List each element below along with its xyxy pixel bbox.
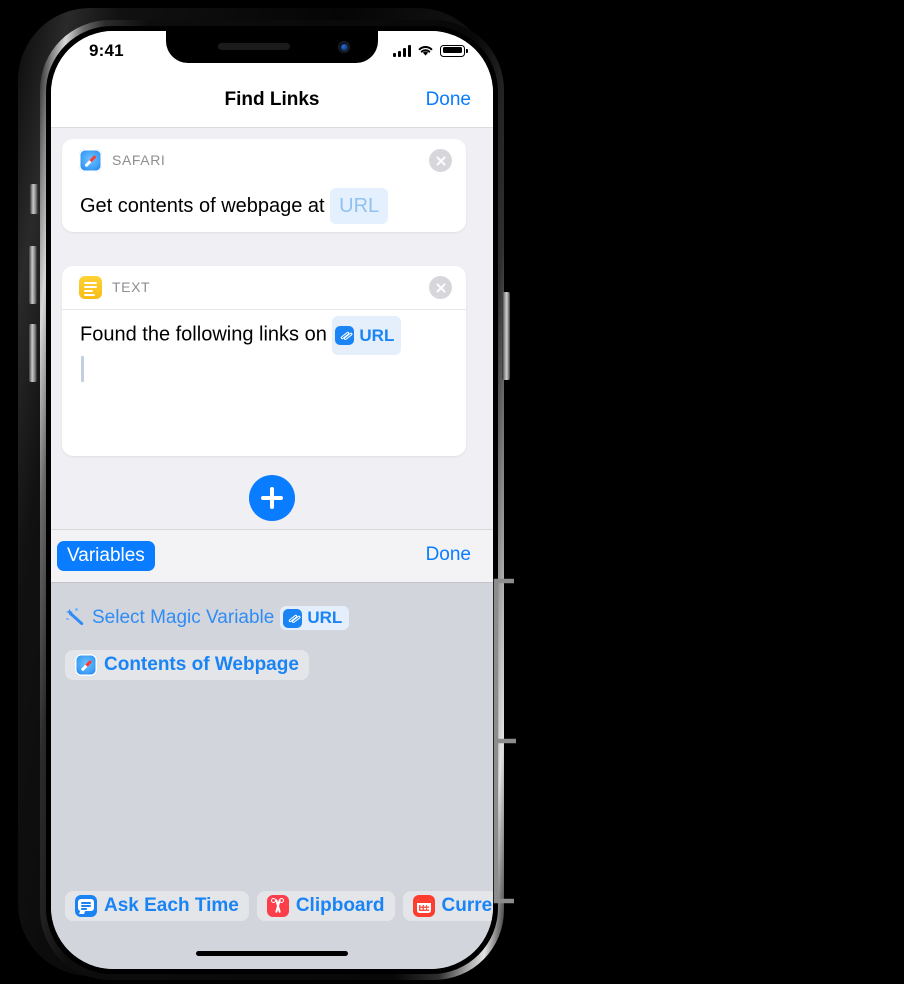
suggestion-clipboard[interactable]: Clipboard [256,891,395,921]
suggestion-ask-each-time[interactable]: Ask Each Time [65,891,249,921]
wifi-icon [418,46,433,56]
suggestion-current-date[interactable]: Curre [402,891,493,921]
text-insertion-caret [81,356,84,382]
variable-chip[interactable]: Contents of Webpage [65,650,309,680]
battery-full-icon [440,44,468,57]
suggestion-label: Ask Each Time [104,895,239,916]
action-card-body: Get contents of webpage at URL [62,182,466,224]
action-card-header: SAFARI [62,139,466,182]
status-time: 9:41 [89,41,124,60]
action-title-line: Get contents of webpage at URL [80,182,448,224]
url-variable-token[interactable]: URL [332,316,402,355]
front-camera-icon [338,41,350,53]
add-action-button[interactable] [249,475,295,521]
variable-suggestions-row[interactable]: Ask Each Time Clipboard Curre [51,891,493,921]
earpiece-speaker [218,43,290,50]
action-card-text[interactable]: TEXT Found the following links on URL [62,266,466,456]
suggestion-label: Clipboard [295,895,385,916]
home-indicator [196,951,348,956]
url-variable-token-label: URL [359,325,395,345]
close-circle-icon[interactable] [429,149,452,172]
action-app-name: SAFARI [112,152,166,168]
current-date-icon [412,895,435,917]
volume-up-button[interactable] [29,246,37,304]
safari-icon [75,654,97,676]
volume-down-button[interactable] [29,324,37,382]
silent-switch-button[interactable] [30,184,38,214]
text-field-body[interactable]: Found the following links on URL [62,310,466,382]
magic-wand-icon [65,607,86,629]
suggestion-label: Curre [441,895,493,916]
keyboard-accessory-bar: Variables Done [51,529,493,583]
variable-item-contents-of-webpage[interactable]: Contents of Webpage [65,650,309,680]
text-field-prefix: Found the following links on [80,323,327,346]
action-title-text: Get contents of webpage at [80,195,325,217]
link-chain-icon [335,326,355,346]
clipboard-scissors-icon [266,895,289,917]
variable-chip-label: Contents of Webpage [104,654,299,675]
phone-device-frame: 9:41 Find Links Done SAFARI Get contents… [18,8,510,980]
power-button[interactable] [502,292,510,380]
variables-toggle-button[interactable]: Variables [57,541,155,571]
device-notch [166,31,378,63]
phone-screen: 9:41 Find Links Done SAFARI Get contents… [51,31,493,969]
action-card-safari[interactable]: SAFARI Get contents of webpage at URL [62,139,466,232]
close-circle-icon[interactable] [429,276,452,299]
cellular-bars-icon [393,44,411,57]
url-variable-chip[interactable]: URL [280,606,350,630]
select-magic-variable-label: Select Magic Variable [92,607,275,628]
accessory-done-button[interactable]: Done [426,544,471,566]
variable-picker-panel[interactable]: Select Magic Variable URL Contents of We… [51,582,493,969]
text-icon [79,276,102,299]
link-chain-icon [283,608,303,628]
text-field-content: Found the following links on URL [80,310,448,355]
workflow-scroll-area[interactable]: SAFARI Get contents of webpage at URL TE [51,127,493,529]
navbar-done-button[interactable]: Done [426,89,471,111]
status-indicators [393,44,468,57]
action-app-name: TEXT [112,279,151,295]
safari-icon [79,149,102,172]
action-card-header: TEXT [62,266,466,310]
url-variable-chip-label: URL [307,608,343,627]
callout-bracket [493,578,516,904]
navigation-bar: Find Links Done [51,75,493,128]
select-magic-variable-row[interactable]: Select Magic Variable URL [65,606,350,630]
ask-each-time-icon [75,895,97,917]
url-placeholder-token[interactable]: URL [330,188,389,224]
